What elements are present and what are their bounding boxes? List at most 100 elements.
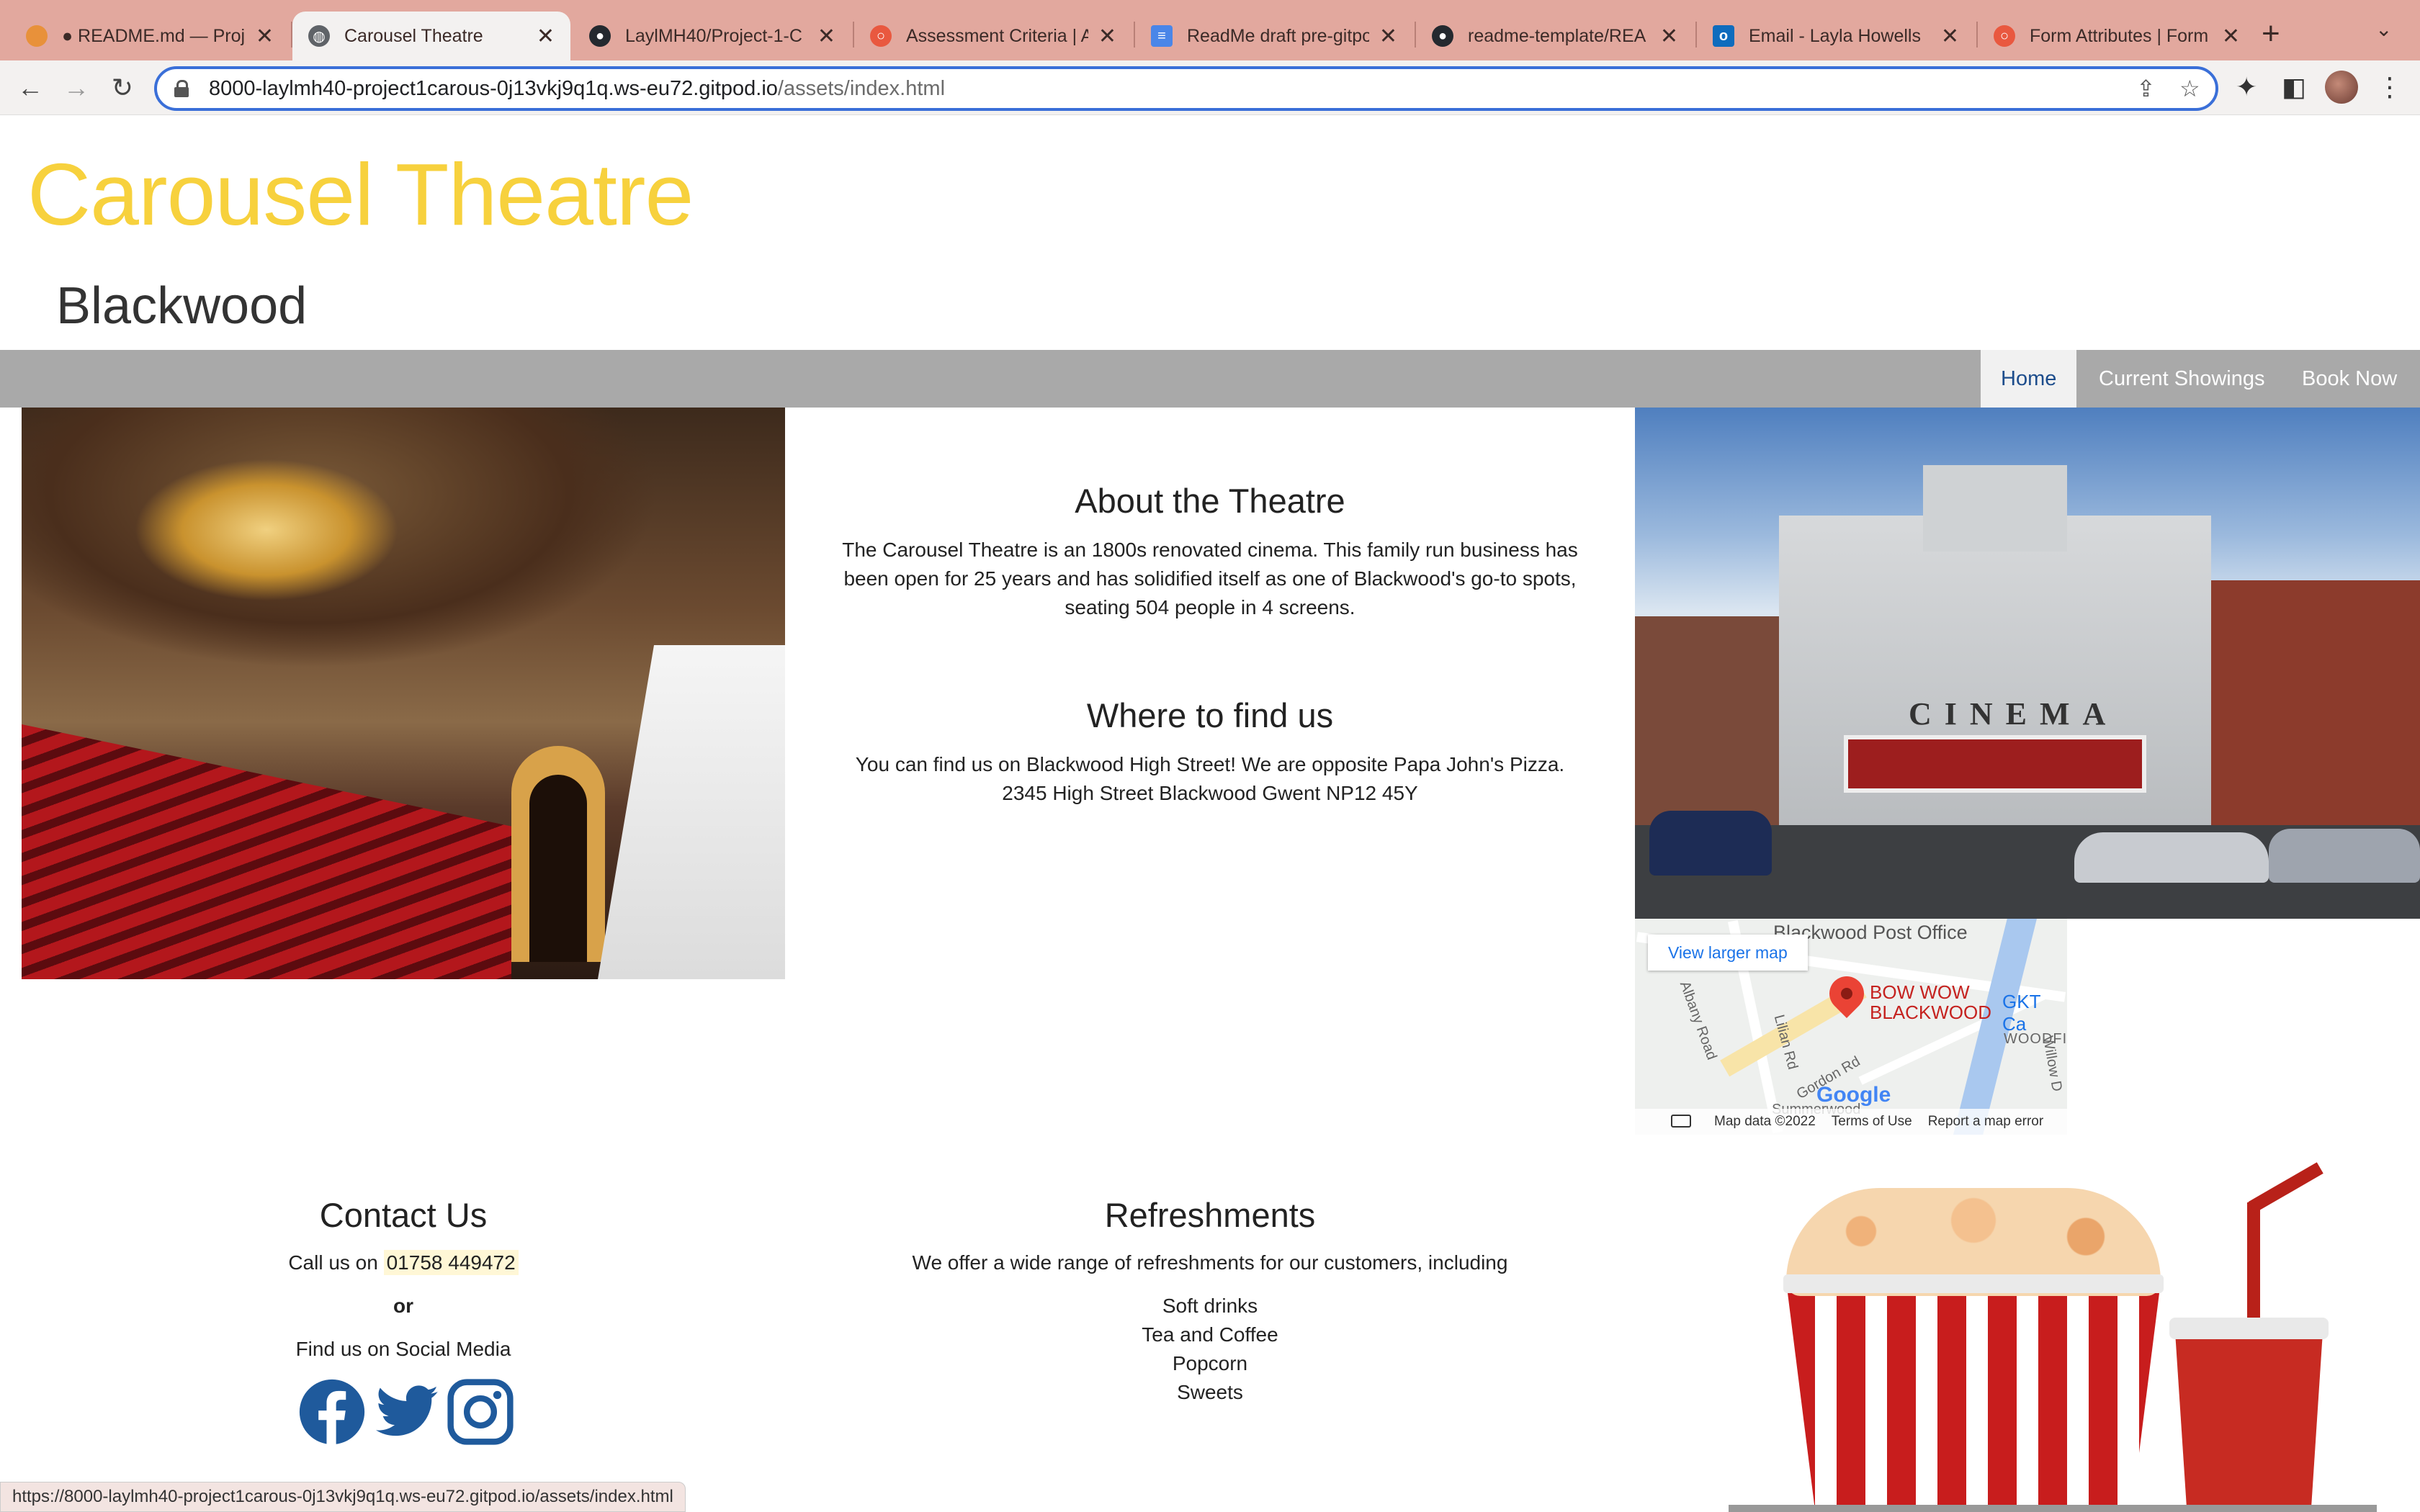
phone-number[interactable]: 01758 449472 [383,1250,519,1275]
share-icon[interactable]: ⇪ [2136,75,2156,102]
address-line: 2345 High Street Blackwood Gwent NP12 45… [1002,782,1418,804]
back-arrow-icon[interactable]: ← [13,71,48,105]
extensions-icon[interactable]: ✦ [2236,72,2257,102]
find-line: You can find us on Blackwood High Street… [855,753,1565,775]
close-icon[interactable]: ✕ [1660,24,1678,49]
url-host: 8000-laylmh40-project1carous-0j13vkj9q1q… [209,76,778,100]
map-woodfi-label: WOODFI [2004,1031,2067,1047]
close-icon[interactable]: ✕ [1941,24,1959,49]
site-title: Carousel Theatre [27,145,694,243]
ring-icon: ○ [1994,25,2015,47]
gitpod-icon [26,25,48,47]
star-icon[interactable]: ☆ [2179,75,2200,102]
car [2074,832,2269,883]
about-line: seating 504 people in 4 screens. [1065,596,1355,618]
docs-icon: ≡ [1151,25,1173,47]
tab-github-project[interactable]: ● LaylMH40/Project-1-C ✕ [573,12,851,60]
forward-arrow-icon[interactable]: → [59,71,94,105]
nav-book-now[interactable]: Book Now [2282,350,2417,408]
keyboard-icon[interactable] [1671,1115,1691,1128]
browser-status-bar: https://8000-laylmh40-project1carous-0j1… [0,1482,686,1512]
tab-title: Assessment Criteria | A [906,25,1088,46]
nav-current-showings[interactable]: Current Showings [2079,350,2285,408]
drink-cup-graphic [2175,1332,2323,1512]
stage-screen-graphic [598,645,785,979]
tab-readme-draft[interactable]: ≡ ReadMe draft pre-gitpo ✕ [1135,12,1413,60]
address-bar[interactable]: 8000-laylmh40-project1carous-0j13vkj9q1q… [154,66,2218,111]
theatre-interior-image [22,408,785,979]
tab-readme[interactable]: ● README.md — Proje ✕ [10,12,290,60]
tab-form-attributes[interactable]: ○ Form Attributes | Form ✕ [1978,12,2256,60]
popcorn-drink-image [1729,1162,2377,1512]
list-item: Sweets [1177,1381,1243,1403]
about-text: The Carousel Theatre is an 1800s renovat… [792,536,1628,622]
arch-graphic [511,746,605,962]
tab-email[interactable]: o Email - Layla Howells ✕ [1697,12,1975,60]
tab-title: ReadMe draft pre-gitpo [1187,25,1369,46]
reload-icon[interactable]: ↻ [105,71,140,105]
map-terms-link[interactable]: Terms of Use [1832,1114,1912,1130]
building-left [1635,616,1779,825]
cinema-exterior-image: CINEMA [1635,408,2420,919]
view-larger-map-link[interactable]: View larger map [1648,935,1808,971]
tray-graphic [1729,1505,2377,1512]
map-report-link[interactable]: Report a map error [1928,1114,2044,1130]
straw-graphic [2248,1162,2323,1213]
cup-lid-graphic [2169,1318,2329,1339]
twitter-icon[interactable] [373,1378,441,1446]
about-heading: About the Theatre [1075,482,1345,520]
refreshments-heading: Refreshments [1104,1196,1316,1234]
close-icon[interactable]: ✕ [1098,24,1116,49]
tab-strip: ● README.md — Proje ✕ ◍ Carousel Theatre… [0,0,2420,60]
map-footer: Map data ©2022 Terms of Use Report a map… [1635,1109,2067,1135]
list-item: Popcorn [1172,1352,1248,1374]
map-place-line: BOW WOW [1870,981,1970,1003]
map-place-line: BLACKWOOD [1870,1002,1992,1023]
side-panel-icon[interactable]: ◧ [2282,72,2306,102]
globe-icon: ◍ [308,25,330,47]
tab-assessment-criteria[interactable]: ○ Assessment Criteria | A ✕ [854,12,1132,60]
close-icon[interactable]: ✕ [537,24,555,49]
site-navbar: Home Current Showings Book Now [0,350,2420,408]
tab-title: ● README.md — Proje [62,25,246,46]
about-line: The Carousel Theatre is an 1800s renovat… [842,539,1578,561]
instagram-icon[interactable] [447,1378,514,1446]
site-subtitle: Blackwood [56,277,308,335]
avatar[interactable] [2325,71,2358,104]
facebook-icon[interactable] [298,1378,366,1446]
map-place-label: BOW WOW BLACKWOOD [1870,982,1991,1022]
popcorn-bucket-graphic [1786,1282,2161,1512]
google-map-embed[interactable]: Blackwood Post Office View larger map BO… [1635,919,2067,1135]
tab-title: Carousel Theatre [344,25,483,46]
close-icon[interactable]: ✕ [2222,24,2240,49]
ring-icon: ○ [870,25,892,47]
new-tab-icon[interactable]: + [2262,16,2280,52]
bucket-rim-graphic [1783,1274,2164,1293]
github-icon: ● [589,25,611,47]
social-text: Find us on Social Media [295,1338,511,1360]
cinema-tower [1923,465,2067,552]
tab-carousel-theatre[interactable]: ◍ Carousel Theatre ✕ [292,12,570,60]
nav-home[interactable]: Home [1981,350,2077,408]
contact-or: or [393,1295,413,1317]
map-data-text: Map data ©2022 [1714,1114,1816,1129]
close-icon[interactable]: ✕ [817,24,835,49]
tab-readme-template[interactable]: ● readme-template/REA ✕ [1416,12,1694,60]
car [1649,811,1772,876]
close-icon[interactable]: ✕ [1379,24,1397,49]
google-logo: Google [1816,1083,1891,1107]
contact-call: Call us on 01758 449472 [43,1248,763,1277]
url-path: /assets/index.html [777,76,946,100]
car [2269,829,2420,883]
refreshments-list: Soft drinks Tea and Coffee Popcorn Sweet… [792,1292,1628,1407]
tab-title: readme-template/REA [1468,25,1646,46]
building-right [2211,580,2420,825]
map-gkt-label: GKT Ca [2002,991,2040,1035]
chevron-down-icon[interactable]: ⌄ [2375,17,2392,41]
kebab-menu-icon[interactable]: ⋮ [2377,72,2403,102]
list-item: Soft drinks [1162,1295,1258,1317]
refreshments-intro: We offer a wide range of refreshments fo… [912,1251,1508,1274]
seats-graphic [22,724,511,979]
tab-title: LaylMH40/Project-1-C [625,25,802,46]
close-icon[interactable]: ✕ [256,24,274,49]
